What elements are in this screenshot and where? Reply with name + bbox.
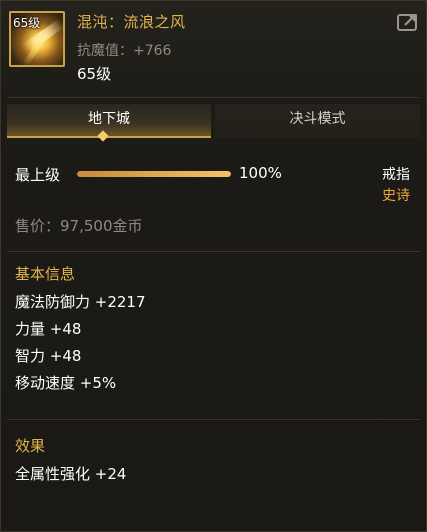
- tab-duel-mode[interactable]: 决斗模式: [215, 104, 420, 138]
- effect-all-attribute-enhance: 全属性强化 +24: [15, 465, 127, 483]
- magic-resist-value: 抗魔值：+766: [77, 43, 172, 59]
- header-divider: [7, 97, 420, 98]
- stat-intelligence: 智力 +48: [15, 347, 82, 365]
- tab-dungeon[interactable]: 地下城: [7, 104, 211, 138]
- ring-item-icon: 65级: [9, 11, 65, 67]
- item-level: 65级: [77, 65, 112, 83]
- stat-strength: 力量 +48: [15, 320, 82, 338]
- stat-move-speed: 移动速度 +5%: [15, 374, 117, 392]
- share-icon[interactable]: [397, 13, 419, 31]
- grade-percent: 100%: [239, 164, 282, 182]
- grade-progress-bar: [77, 171, 231, 177]
- mode-tabs: 地下城 决斗模式: [7, 104, 420, 138]
- grade-label: 最上级: [15, 166, 61, 184]
- item-rarity: 史诗: [382, 188, 410, 204]
- grade-progress-fill: [77, 171, 231, 177]
- section-divider: [7, 251, 420, 252]
- sell-price: 售价：97,500金币: [15, 217, 143, 235]
- item-header: 65级 混沌：流浪之风 抗魔值：+766 65级: [1, 1, 426, 93]
- item-level-badge: 65级: [13, 16, 41, 30]
- section-divider: [7, 419, 420, 420]
- item-name: 混沌：流浪之风: [77, 13, 186, 31]
- stat-magic-defense: 魔法防御力 +2217: [15, 293, 146, 311]
- item-tooltip-panel: 65级 混沌：流浪之风 抗魔值：+766 65级 地下城 决斗模式 最上级 10…: [0, 0, 427, 532]
- equipment-slot: 戒指: [382, 167, 410, 183]
- basic-info-title: 基本信息: [15, 265, 76, 283]
- effect-title: 效果: [15, 437, 46, 455]
